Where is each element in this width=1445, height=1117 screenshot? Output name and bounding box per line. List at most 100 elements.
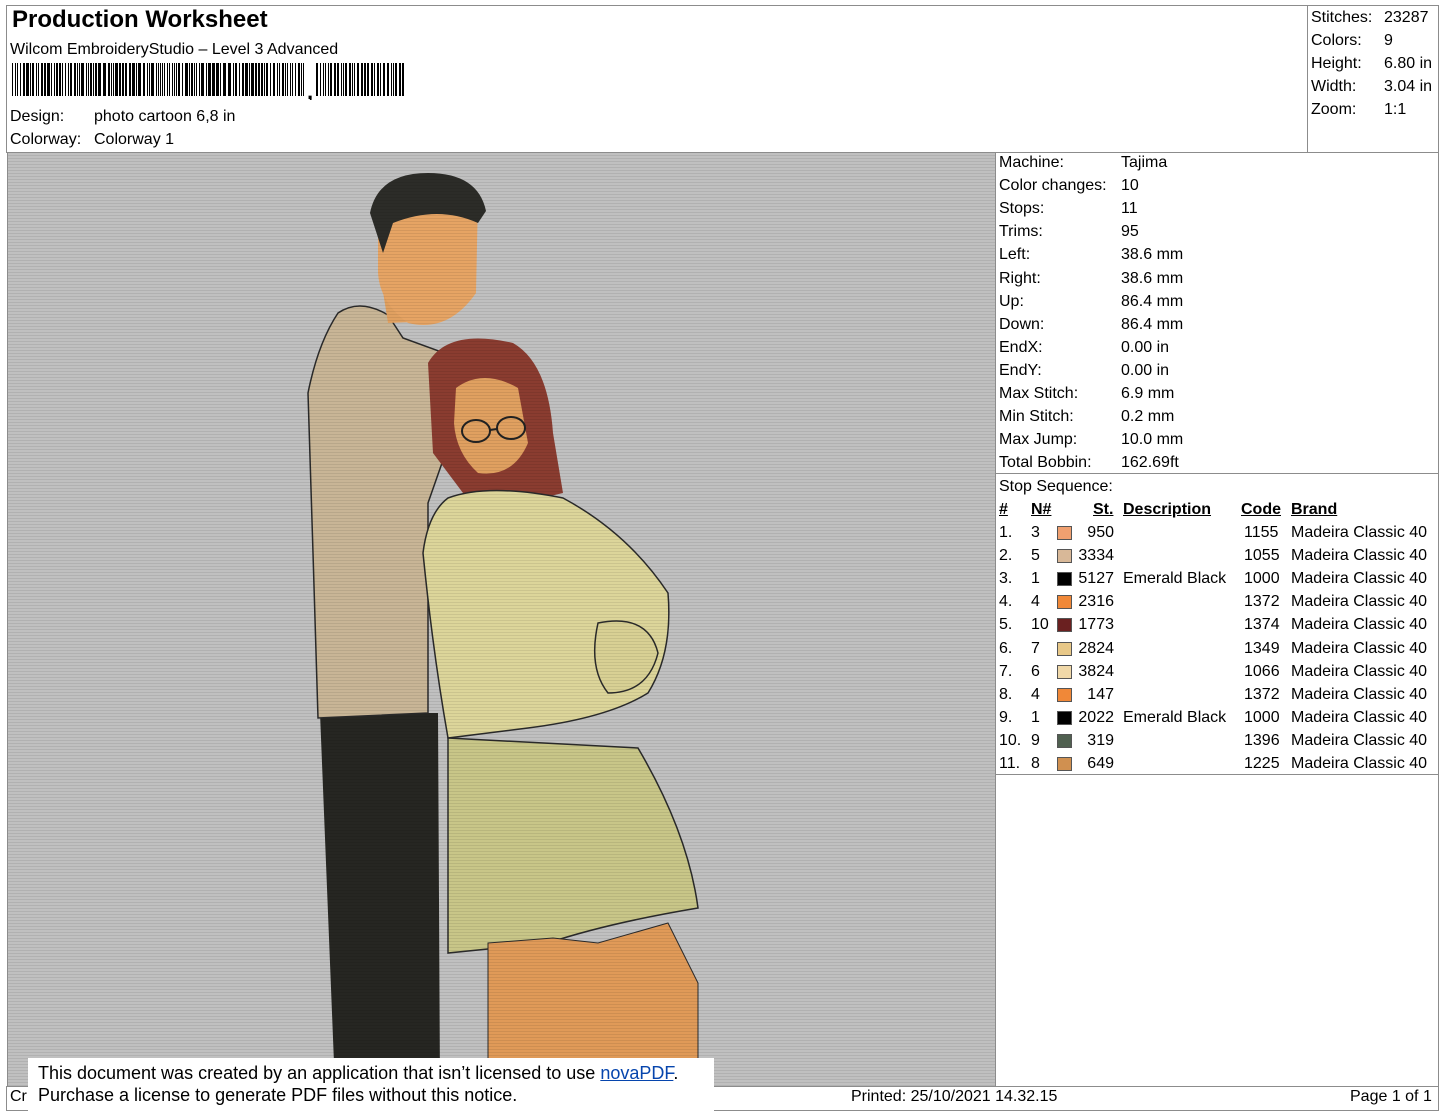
property-label: Color changes: [999, 177, 1107, 195]
sequence-row: 8. 4 147 1372 Madeira Classic 40 [999, 685, 1439, 708]
seq-code: 1372 [1244, 685, 1280, 703]
seq-needle: 4 [1031, 685, 1040, 703]
seq-needle: 8 [1031, 755, 1040, 772]
seq-stitches: 2022 [1078, 708, 1114, 726]
property-label: Right: [999, 269, 1041, 287]
color-swatch [1057, 757, 1072, 771]
colorway-label: Colorway: [10, 131, 82, 148]
property-row: Total Bobbin: 162.69ft [999, 453, 1179, 476]
seq-brand: Madeira Classic 40 [1291, 639, 1428, 657]
stat-row: Stitches: 23287 [1311, 9, 1429, 27]
seq-num: 1. [999, 524, 1013, 541]
property-label: Down: [999, 315, 1045, 333]
seq-stitches: 649 [1087, 755, 1114, 772]
property-row: Max Stitch: 6.9 mm [999, 384, 1174, 407]
property-value: 11 [1121, 200, 1138, 218]
seq-needle: 9 [1031, 731, 1040, 749]
property-value: 10.0 mm [1121, 431, 1184, 449]
property-row: Color changes: 10 [999, 176, 1139, 199]
footer-left-fragment: Cr [10, 1088, 27, 1105]
page-number: Page 1 of 1 [1350, 1088, 1432, 1105]
design-row: Design: photo cartoon 6,8 in [10, 108, 235, 126]
property-value: 10 [1121, 177, 1139, 195]
property-row: Right: 38.6 mm [999, 269, 1183, 292]
sequence-row: 11. 8 649 1225 Madeira Classic 40 [999, 754, 1439, 777]
stat-value: 1:1 [1384, 101, 1407, 118]
property-value: 95 [1121, 223, 1139, 241]
seq-stitches: 3824 [1078, 662, 1114, 680]
novapdf-link[interactable]: novaPDF [600, 1063, 673, 1083]
color-swatch [1057, 595, 1072, 610]
empty-box [995, 774, 1439, 1087]
notice-text-1: This document was created by an applicat… [38, 1063, 601, 1083]
seq-num: 7. [999, 662, 1013, 680]
seq-num: 2. [999, 547, 1013, 565]
seq-description: Emerald Black [1123, 708, 1227, 726]
property-row: EndY: 0.00 in [999, 361, 1169, 384]
property-value: 38.6 mm [1121, 246, 1184, 264]
page-title: Production Worksheet [12, 6, 268, 33]
notice-line-2: Purchase a license to generate PDF files… [38, 1085, 518, 1105]
stat-row: Zoom: 1:1 [1311, 101, 1406, 119]
property-value: Tajima [1121, 154, 1168, 171]
stat-value: 6.80 in [1384, 55, 1433, 72]
seq-needle: 3 [1031, 524, 1040, 541]
sequence-row: 5. 10 1773 1374 Madeira Classic 40 [999, 615, 1439, 638]
colorway-row: Colorway: Colorway 1 [10, 131, 174, 149]
seq-num: 5. [999, 616, 1013, 634]
sequence-row: 7. 6 3824 1066 Madeira Classic 40 [999, 662, 1439, 685]
property-label: Up: [999, 292, 1024, 310]
stop-sequence-label: Stop Sequence: [999, 478, 1113, 495]
sequence-row: 2. 5 3334 1055 Madeira Classic 40 [999, 546, 1439, 569]
seq-stitches: 2824 [1078, 639, 1114, 657]
printed-date: Printed: 25/10/2021 14.32.15 [851, 1088, 1058, 1105]
seq-stitches: 319 [1087, 731, 1114, 749]
seq-num: 3. [999, 570, 1013, 588]
property-label: Machine: [999, 154, 1064, 171]
seq-num: 10. [999, 731, 1022, 749]
notice-line-1: This document was created by an applicat… [38, 1062, 714, 1084]
stat-label: Height: [1311, 55, 1362, 72]
color-swatch [1057, 710, 1072, 725]
property-label: EndX: [999, 338, 1043, 356]
property-value: 0.2 mm [1121, 408, 1175, 426]
seq-num: 11. [999, 755, 1021, 772]
barcode-comma: , [307, 79, 313, 100]
property-row: Trims: 95 [999, 222, 1139, 245]
stat-label: Zoom: [1311, 101, 1357, 118]
license-notice: This document was created by an applicat… [28, 1058, 714, 1114]
property-label: Min Stitch: [999, 408, 1074, 426]
sequence-row: 4. 4 2316 1372 Madeira Classic 40 [999, 592, 1439, 615]
seq-code: 1396 [1244, 731, 1280, 749]
barcode: , [12, 63, 404, 100]
software-name: Wilcom EmbroideryStudio – Level 3 Advanc… [10, 41, 339, 58]
seq-code: 1000 [1244, 708, 1280, 726]
property-value: 162.69ft [1121, 454, 1179, 472]
property-row: Left: 38.6 mm [999, 245, 1183, 268]
seq-stitches: 1773 [1078, 616, 1114, 634]
color-swatch [1057, 572, 1072, 587]
stat-value: 3.04 in [1384, 78, 1433, 95]
seq-brand: Madeira Classic 40 [1291, 662, 1428, 680]
seq-needle: 1 [1031, 570, 1040, 588]
seq-brand: Madeira Classic 40 [1291, 570, 1428, 588]
property-value: 6.9 mm [1121, 385, 1175, 402]
color-swatch [1057, 664, 1072, 679]
sequence-row: 1. 3 950 1155 Madeira Classic 40 [999, 523, 1439, 546]
seq-description: Emerald Black [1123, 570, 1227, 588]
seq-num: 9. [999, 708, 1013, 726]
property-row: Up: 86.4 mm [999, 292, 1183, 315]
stat-value: 23287 [1384, 9, 1429, 26]
property-value: 86.4 mm [1121, 315, 1184, 333]
colorway-value: Colorway 1 [94, 131, 175, 148]
property-label: EndY: [999, 361, 1042, 379]
seq-needle: 5 [1031, 547, 1040, 565]
property-label: Max Stitch: [999, 385, 1079, 402]
sequence-row: 6. 7 2824 1349 Madeira Classic 40 [999, 639, 1439, 662]
color-swatch [1057, 618, 1072, 633]
seq-brand: Madeira Classic 40 [1291, 731, 1428, 749]
col-header-num: # [999, 501, 1008, 518]
seq-stitches: 950 [1087, 524, 1114, 541]
stitch-texture [8, 153, 995, 1086]
col-header-needle: N# [1031, 501, 1052, 518]
